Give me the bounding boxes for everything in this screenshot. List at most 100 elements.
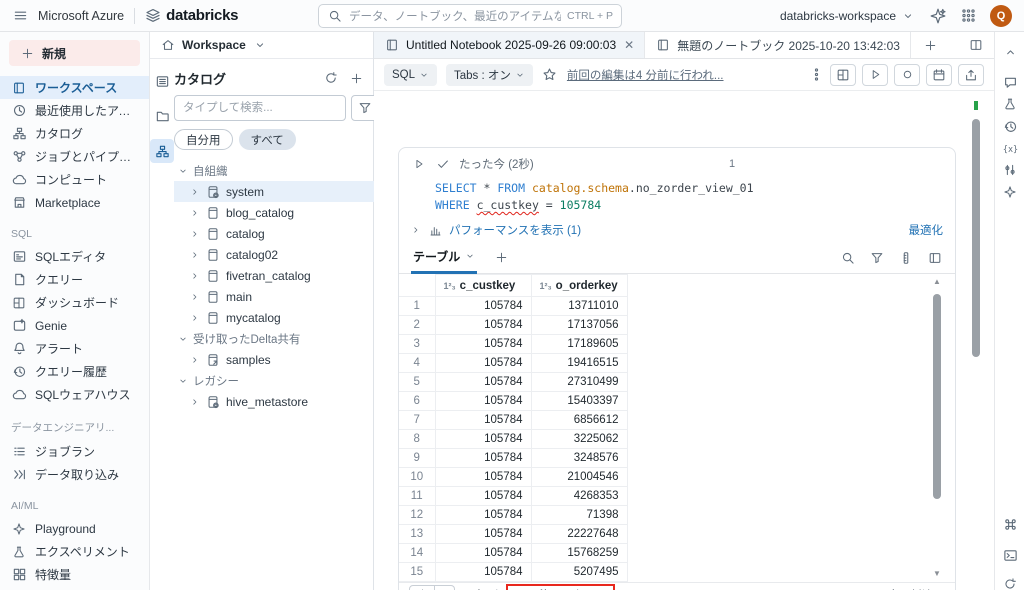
user-avatar[interactable]: Q [990, 5, 1012, 27]
sidebar-item-compute[interactable]: コンピュート [0, 168, 149, 191]
table-row[interactable]: 410578419416515 [399, 354, 627, 373]
rail-folder-button[interactable] [150, 104, 174, 128]
sidebar-item-genie[interactable]: Genie [0, 314, 149, 337]
tree-section[interactable]: 自組織 [174, 160, 389, 181]
sidebar-item-recents[interactable]: 最近使用したアイテ... [0, 99, 149, 122]
close-tab-icon[interactable]: ✕ [624, 38, 634, 52]
databricks-logo[interactable]: databricks [145, 7, 238, 24]
tree-item-mycatalog[interactable]: mycatalog [174, 307, 389, 328]
sidebar-item-sql-warehouses[interactable]: SQLウェアハウス [0, 383, 149, 406]
sidebar-item-catalog[interactable]: カタログ [0, 122, 149, 145]
star-icon[interactable] [542, 67, 558, 83]
notebook-tab-2[interactable]: 無題のノートブック 2025-10-20 13:42:03 [645, 32, 911, 58]
tabs-toggle[interactable]: Tabs : オン [446, 64, 533, 86]
table-row[interactable]: 81057843225062 [399, 430, 627, 449]
sidebar-item-features[interactable]: 特徴量 [0, 563, 149, 586]
collapse-icon[interactable] [1002, 44, 1018, 60]
search-results-icon[interactable] [840, 250, 856, 266]
kebab-menu-icon[interactable] [808, 67, 824, 83]
dashboard-view-button[interactable] [830, 64, 856, 86]
column-width-icon[interactable] [898, 250, 914, 266]
rail-catalog-button[interactable] [150, 139, 174, 163]
sidebar-item-job-runs[interactable]: ジョブラン [0, 440, 149, 463]
download-options-button[interactable] [435, 585, 455, 590]
split-view-icon[interactable] [968, 37, 984, 53]
filter-results-icon[interactable] [869, 250, 885, 266]
variables-icon[interactable]: {x} [1002, 140, 1018, 156]
new-button[interactable]: 新規 [9, 40, 140, 66]
table-row[interactable]: 610578415403397 [399, 392, 627, 411]
run-all-button[interactable] [862, 64, 888, 86]
sidebar-item-alerts[interactable]: アラート [0, 337, 149, 360]
version-history-icon[interactable] [1002, 118, 1018, 134]
sidebar-item-marketplace[interactable]: Marketplace [0, 191, 149, 214]
workspace-selector[interactable]: databricks-workspace [780, 8, 916, 24]
tree-item-fivetran_catalog[interactable]: fivetran_catalog [174, 265, 389, 286]
table-row[interactable]: 111057844268353 [399, 487, 627, 506]
chevron-right-icon[interactable] [411, 222, 421, 238]
table-row[interactable]: 1410578415768259 [399, 544, 627, 563]
language-select[interactable]: SQL [384, 64, 437, 86]
download-button[interactable] [409, 585, 435, 590]
sidebar-item-dashboards[interactable]: ダッシュボード [0, 291, 149, 314]
assistant-icon[interactable] [1002, 184, 1018, 200]
table-row[interactable]: 151057845207495 [399, 563, 627, 582]
filter-chip-1[interactable]: すべて [239, 129, 296, 150]
new-tab-button[interactable] [911, 32, 951, 58]
tree-item-hive_metastore[interactable]: hive_metastore [174, 391, 389, 412]
run-cell-icon[interactable] [411, 156, 427, 172]
shortcuts-icon[interactable] [1002, 516, 1018, 532]
table-row[interactable]: 1210578471398 [399, 506, 627, 525]
notebook-tab-1[interactable]: Untitled Notebook 2025-09-26 09:00:03 ✕ [374, 32, 645, 58]
tree-item-system[interactable]: system [174, 181, 389, 202]
table-row[interactable]: 210578417137056 [399, 316, 627, 335]
global-search-input[interactable]: データ、ノートブック、最近のアイテムなどを検索... CTRL + P [318, 4, 622, 28]
apps-grid-icon[interactable] [960, 8, 976, 24]
table-row[interactable]: 110578413711010 [399, 297, 627, 316]
tree-item-main[interactable]: main [174, 286, 389, 307]
add-icon[interactable] [348, 70, 364, 86]
share-button[interactable] [958, 64, 984, 86]
schedule-button[interactable] [926, 64, 952, 86]
sidebar-item-playground[interactable]: Playground [0, 517, 149, 540]
table-row[interactable]: 91057843248576 [399, 449, 627, 468]
sidebar-item-workspace[interactable]: ワークスペース [0, 76, 149, 99]
repl-icon[interactable] [1002, 576, 1018, 590]
workspace-breadcrumb[interactable]: Workspace [150, 32, 373, 59]
side-panel-icon[interactable] [927, 250, 943, 266]
hamburger-menu-icon[interactable] [12, 8, 28, 24]
notebook-scrollbar[interactable] [972, 101, 980, 590]
optimize-link[interactable]: 最適化 [909, 222, 944, 238]
add-visualization-button[interactable] [493, 250, 509, 266]
sidebar-item-jobs-pipelines[interactable]: ジョブとパイプライ... [0, 145, 149, 168]
experiments-icon[interactable] [1002, 96, 1018, 112]
last-edit-link[interactable]: 前回の編集は4 分前に行われ... [567, 67, 724, 83]
sidebar-item-query-history[interactable]: クエリー履歴 [0, 360, 149, 383]
catalog-search-input[interactable] [174, 95, 346, 121]
refresh-icon[interactable] [323, 70, 339, 86]
column-header-c_custkey[interactable]: 1²₃c_custkey [435, 275, 531, 297]
assistant-sparkle-icon[interactable] [930, 8, 946, 24]
table-row[interactable]: 71057846856612 [399, 411, 627, 430]
tree-item-blog_catalog[interactable]: blog_catalog [174, 202, 389, 223]
table-scrollbar[interactable]: ▲ ▼ [932, 278, 942, 578]
table-row[interactable]: 1010578421004546 [399, 468, 627, 487]
sidebar-item-sql-editor[interactable]: SQLエディタ [0, 245, 149, 268]
tree-section[interactable]: レガシー [174, 370, 389, 391]
tree-item-catalog[interactable]: catalog [174, 223, 389, 244]
sidebar-item-models[interactable]: モデル [0, 586, 149, 590]
tree-section[interactable]: 受け取ったDelta共有 [174, 328, 389, 349]
table-results-tab[interactable]: テーブル [411, 242, 477, 274]
code-editor[interactable]: SELECT * FROM catalog.schema.no_zorder_v… [399, 172, 955, 218]
tree-item-catalog02[interactable]: catalog02 [174, 244, 389, 265]
table-row[interactable]: 510578427310499 [399, 373, 627, 392]
performance-link[interactable]: パフォーマンスを表示 (1) [449, 222, 581, 238]
cluster-status-button[interactable] [894, 64, 920, 86]
tree-item-samples[interactable]: samples [174, 349, 389, 370]
column-header-o_orderkey[interactable]: 1²₃o_orderkey [531, 275, 627, 297]
environment-settings-icon[interactable] [1002, 162, 1018, 178]
sidebar-item-queries[interactable]: クエリー [0, 268, 149, 291]
sidebar-item-data-ingestion[interactable]: データ取り込み [0, 463, 149, 486]
filter-chip-0[interactable]: 自分用 [174, 129, 233, 150]
sidebar-item-experiments[interactable]: エクスペリメント [0, 540, 149, 563]
